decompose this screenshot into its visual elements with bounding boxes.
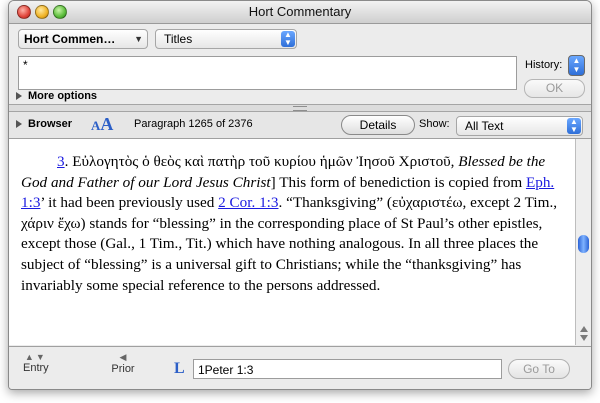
scrollbar-thumb[interactable] <box>578 235 589 253</box>
body-text-2: ’ it had been previously used <box>40 194 219 212</box>
module-select-value: Hort Commen… <box>24 32 116 46</box>
search-input[interactable]: * <box>18 56 517 90</box>
disclosure-triangle-icon <box>16 120 22 129</box>
paragraph-indicator: Paragraph 1265 of 2376 <box>134 118 253 130</box>
navigation-bar: ▲▼ Entry ◀ Prior L 1Peter 1:3 Go To <box>9 346 591 389</box>
entry-label: Entry <box>23 362 49 374</box>
main-window: Hort Commentary Hort Commen… ▼ Titles ▲ ▼… <box>8 0 592 390</box>
up-down-arrows-icon: ▲▼ <box>24 352 47 362</box>
title-bar[interactable]: Hort Commentary <box>9 1 591 24</box>
history-label: History: <box>525 59 563 71</box>
search-panel: Hort Commen… ▼ Titles ▲ ▼ * History: ▲ ▼ O… <box>9 24 591 104</box>
more-options-label: More options <box>28 90 98 102</box>
browser-toolbar: Browser AA Paragraph 1265 of 2376 Detail… <box>9 112 591 139</box>
greek-heading: Εὐλογητὸς ὁ θεὸς καὶ πατὴρ τοῦ κυρίου ἡμ… <box>72 153 455 170</box>
link-icon[interactable]: L <box>174 360 185 378</box>
popup-arrows-icon: ▲ ▼ <box>281 31 295 47</box>
paragraph-number-link[interactable]: 3 <box>57 153 65 170</box>
left-arrow-icon: ◀ <box>119 352 127 362</box>
chevron-down-icon: ▼ <box>134 34 143 44</box>
disclosure-triangle-icon <box>16 92 22 101</box>
browser-toggle[interactable]: Browser <box>16 118 72 130</box>
entry-nav-button[interactable]: ▲▼ Entry <box>23 352 49 374</box>
split-view-divider[interactable] <box>9 104 591 112</box>
show-select-value: All Text <box>465 119 504 133</box>
popup-arrows-icon: ▲ ▼ <box>567 118 581 134</box>
reference-input[interactable]: 1Peter 1:3 <box>193 359 502 379</box>
prior-label: Prior <box>111 363 135 375</box>
ok-button[interactable]: OK <box>524 79 585 98</box>
divider-grip-icon <box>293 106 307 111</box>
window-title: Hort Commentary <box>248 4 352 19</box>
vertical-scrollbar[interactable] <box>575 139 591 345</box>
font-larger-icon[interactable]: A <box>100 114 113 134</box>
font-smaller-icon[interactable]: A <box>91 118 100 133</box>
go-to-button[interactable]: Go To <box>508 359 570 379</box>
reference-link-2cor[interactable]: 2 Cor. 1:3 <box>218 194 278 211</box>
show-label: Show: <box>419 118 450 130</box>
font-size-control[interactable]: AA <box>91 114 113 135</box>
search-scope-select[interactable]: Titles ▲ ▼ <box>155 29 297 49</box>
show-select[interactable]: All Text ▲ ▼ <box>456 116 583 136</box>
history-stepper[interactable]: ▲ ▼ <box>568 55 585 76</box>
more-options-toggle[interactable]: More options <box>16 90 97 102</box>
scroll-up-icon[interactable] <box>580 326 588 332</box>
module-select[interactable]: Hort Commen… ▼ <box>18 29 148 49</box>
prior-button[interactable]: ◀ Prior <box>103 352 143 375</box>
scroll-down-icon[interactable] <box>580 335 588 341</box>
details-button[interactable]: Details <box>341 115 415 135</box>
commentary-text-area[interactable]: 3. Εὐλογητὸς ὁ θεὸς καὶ πατὴρ τοῦ κυρίου… <box>9 139 575 345</box>
body-text-1: ] This form of benediction is copied fro… <box>270 173 526 191</box>
commentary-paragraph: 3. Εὐλογητὸς ὁ θεὸς καὶ πατὴρ τοῦ κυρίου… <box>21 153 558 294</box>
search-scope-value: Titles <box>164 32 193 46</box>
browser-label: Browser <box>28 118 73 130</box>
